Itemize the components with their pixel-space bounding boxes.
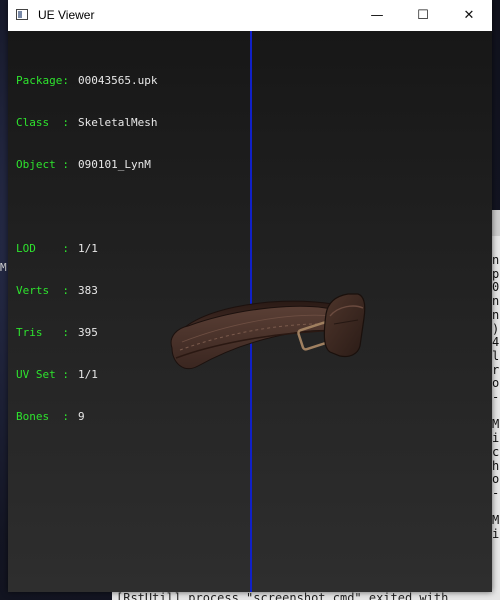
tris-label: Tris : xyxy=(16,326,69,339)
class-value: SkeletalMesh xyxy=(78,116,158,129)
background-console-bottom: [RstUtil] process "screenshot.cmd" exite… xyxy=(112,592,500,600)
uvset-row: UV Set : 1/1 xyxy=(16,368,157,382)
verts-label: Verts : xyxy=(16,284,69,297)
ue-viewer-window: UE Viewer — ☐ ✕ Package: 00043565.upk Cl… xyxy=(8,0,492,592)
package-value: 00043565.upk xyxy=(78,74,158,87)
verts-value: 383 xyxy=(78,284,98,297)
background-console-window: n p 0 n n ) 4 l r o - M i c h o - M i xyxy=(492,210,500,600)
object-row: Object : 090101_LynM xyxy=(16,158,157,172)
bones-label: Bones : xyxy=(16,410,69,423)
close-button[interactable]: ✕ xyxy=(446,0,492,31)
3d-viewport[interactable]: Package: 00043565.upk Class : SkeletalMe… xyxy=(8,31,492,592)
console-text: n p 0 n n ) 4 l r o - M i c h o - M i xyxy=(492,253,500,542)
tris-row: Tris : 395 xyxy=(16,326,157,340)
class-row: Class : SkeletalMesh xyxy=(16,116,157,130)
console-bottom-text: [RstUtil] process "screenshot.cmd" exite… xyxy=(116,592,449,600)
window-title: UE Viewer xyxy=(38,8,95,22)
object-label: Object : xyxy=(16,158,69,171)
object-value: 090101_LynM xyxy=(78,158,151,171)
uvset-label: UV Set : xyxy=(16,368,69,381)
lod-value: 1/1 xyxy=(78,242,98,255)
app-icon xyxy=(16,9,28,20)
tris-value: 395 xyxy=(78,326,98,339)
class-label: Class : xyxy=(16,116,69,129)
package-row: Package: 00043565.upk xyxy=(16,74,157,88)
minimize-button[interactable]: — xyxy=(354,0,400,31)
console-scrollbar xyxy=(492,210,500,236)
bones-row: Bones : 9 xyxy=(16,410,157,424)
title-bar[interactable]: UE Viewer — ☐ ✕ xyxy=(8,0,492,31)
package-label: Package: xyxy=(16,74,69,87)
bones-value: 9 xyxy=(78,410,85,423)
mesh-info-overlay: Package: 00043565.upk Class : SkeletalMe… xyxy=(16,46,157,452)
maximize-button[interactable]: ☐ xyxy=(400,0,446,31)
uvset-value: 1/1 xyxy=(78,368,98,381)
background-text-fragment: M xyxy=(0,261,7,274)
verts-row: Verts : 383 xyxy=(16,284,157,298)
lod-row: LOD : 1/1 xyxy=(16,242,157,256)
lod-label: LOD : xyxy=(16,242,69,255)
belt-mesh-model[interactable] xyxy=(158,266,378,386)
